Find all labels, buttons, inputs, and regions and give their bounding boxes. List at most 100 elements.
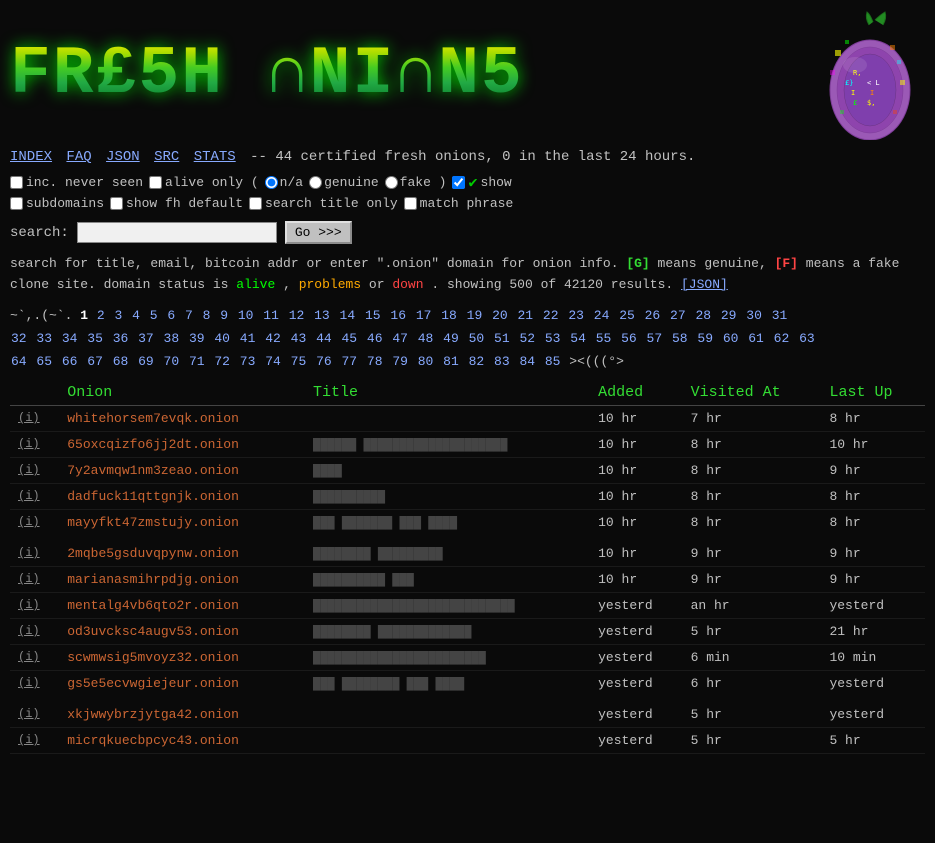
row-info-link[interactable]: (i)	[10, 566, 59, 592]
json-link[interactable]: [JSON]	[681, 277, 728, 292]
page-27[interactable]: 27	[670, 308, 686, 323]
page-4[interactable]: 4	[132, 308, 140, 323]
onion-link[interactable]: mentalg4vb6qto2r.onion	[67, 598, 239, 613]
page-49[interactable]: 49	[443, 331, 459, 346]
page-33[interactable]: 33	[36, 331, 52, 346]
page-37[interactable]: 37	[138, 331, 154, 346]
page-41[interactable]: 41	[240, 331, 256, 346]
page-70[interactable]: 70	[164, 354, 180, 369]
row-info-link[interactable]: (i)	[10, 670, 59, 699]
page-65[interactable]: 65	[36, 354, 52, 369]
nav-index[interactable]: INDEX	[10, 149, 52, 165]
subdomains-option[interactable]: subdomains	[10, 196, 104, 211]
page-81[interactable]: 81	[443, 354, 459, 369]
page-74[interactable]: 74	[265, 354, 281, 369]
page-63[interactable]: 63	[799, 331, 815, 346]
onion-link[interactable]: scwmwsig5mvoyz32.onion	[67, 650, 239, 665]
page-64[interactable]: 64	[11, 354, 27, 369]
nav-src[interactable]: SRC	[154, 149, 179, 165]
page-current[interactable]: 1	[80, 308, 88, 323]
page-31[interactable]: 31	[772, 308, 788, 323]
onion-link[interactable]: dadfuck11qttgnjk.onion	[67, 489, 239, 504]
page-38[interactable]: 38	[164, 331, 180, 346]
page-82[interactable]: 82	[469, 354, 485, 369]
page-50[interactable]: 50	[469, 331, 485, 346]
show-checkbox[interactable]	[452, 176, 465, 189]
page-35[interactable]: 35	[87, 331, 103, 346]
page-56[interactable]: 56	[621, 331, 637, 346]
page-3[interactable]: 3	[114, 308, 122, 323]
row-info-link[interactable]: (i)	[10, 405, 59, 431]
page-29[interactable]: 29	[721, 308, 737, 323]
page-14[interactable]: 14	[340, 308, 356, 323]
row-info-link[interactable]: (i)	[10, 727, 59, 753]
page-16[interactable]: 16	[390, 308, 406, 323]
page-23[interactable]: 23	[568, 308, 584, 323]
page-19[interactable]: 19	[467, 308, 483, 323]
page-2[interactable]: 2	[97, 308, 105, 323]
onion-link[interactable]: 7y2avmqw1nm3zeao.onion	[67, 463, 239, 478]
row-info-link[interactable]: (i)	[10, 592, 59, 618]
page-60[interactable]: 60	[723, 331, 739, 346]
row-info-link[interactable]: (i)	[10, 483, 59, 509]
show-fh-checkbox[interactable]	[110, 197, 123, 210]
nav-stats[interactable]: STATS	[194, 149, 236, 165]
row-info-link[interactable]: (i)	[10, 618, 59, 644]
page-83[interactable]: 83	[494, 354, 510, 369]
page-84[interactable]: 84	[519, 354, 535, 369]
page-59[interactable]: 59	[697, 331, 713, 346]
onion-link[interactable]: 2mqbe5gsduvqpynw.onion	[67, 546, 239, 561]
fake-radio[interactable]	[385, 176, 398, 189]
page-44[interactable]: 44	[316, 331, 332, 346]
nav-faq[interactable]: FAQ	[66, 149, 91, 165]
onion-link[interactable]: micrqkuecbpcyc43.onion	[67, 733, 239, 748]
page-72[interactable]: 72	[214, 354, 230, 369]
inc-never-seen-checkbox[interactable]	[10, 176, 23, 189]
onion-link[interactable]: mayyfkt47zmstujy.onion	[67, 515, 239, 530]
page-85[interactable]: 85	[545, 354, 561, 369]
page-42[interactable]: 42	[265, 331, 281, 346]
page-69[interactable]: 69	[138, 354, 154, 369]
page-22[interactable]: 22	[543, 308, 559, 323]
onion-link[interactable]: xkjwwybrzjytga42.onion	[67, 707, 239, 722]
na-radio[interactable]	[265, 176, 278, 189]
page-26[interactable]: 26	[645, 308, 661, 323]
page-36[interactable]: 36	[113, 331, 129, 346]
page-10[interactable]: 10	[238, 308, 254, 323]
row-info-link[interactable]: (i)	[10, 431, 59, 457]
page-20[interactable]: 20	[492, 308, 508, 323]
page-51[interactable]: 51	[494, 331, 510, 346]
page-75[interactable]: 75	[291, 354, 307, 369]
page-15[interactable]: 15	[365, 308, 381, 323]
page-28[interactable]: 28	[695, 308, 711, 323]
show-fh-option[interactable]: show fh default	[110, 196, 243, 211]
na-option[interactable]: n/a	[265, 175, 303, 190]
inc-never-seen-option[interactable]: inc. never seen	[10, 175, 143, 190]
row-info-link[interactable]: (i)	[10, 644, 59, 670]
page-7[interactable]: 7	[185, 308, 193, 323]
page-18[interactable]: 18	[441, 308, 457, 323]
page-6[interactable]: 6	[167, 308, 175, 323]
page-52[interactable]: 52	[519, 331, 535, 346]
page-32[interactable]: 32	[11, 331, 27, 346]
genuine-option[interactable]: genuine	[309, 175, 379, 190]
page-30[interactable]: 30	[746, 308, 762, 323]
page-21[interactable]: 21	[518, 308, 534, 323]
onion-link[interactable]: od3uvcksc4augv53.onion	[67, 624, 239, 639]
page-80[interactable]: 80	[418, 354, 434, 369]
row-info-link[interactable]: (i)	[10, 457, 59, 483]
onion-link[interactable]: 65oxcqizfo6jj2dt.onion	[67, 437, 239, 452]
row-info-link[interactable]: (i)	[10, 699, 59, 728]
fake-option[interactable]: fake )	[385, 175, 447, 190]
page-11[interactable]: 11	[263, 308, 279, 323]
page-61[interactable]: 61	[748, 331, 764, 346]
match-phrase-checkbox[interactable]	[404, 197, 417, 210]
page-46[interactable]: 46	[367, 331, 383, 346]
page-67[interactable]: 67	[87, 354, 103, 369]
row-info-link[interactable]: (i)	[10, 538, 59, 567]
page-25[interactable]: 25	[619, 308, 635, 323]
onion-link[interactable]: gs5e5ecvwgiejeur.onion	[67, 676, 239, 691]
page-8[interactable]: 8	[203, 308, 211, 323]
page-12[interactable]: 12	[289, 308, 305, 323]
page-47[interactable]: 47	[392, 331, 408, 346]
